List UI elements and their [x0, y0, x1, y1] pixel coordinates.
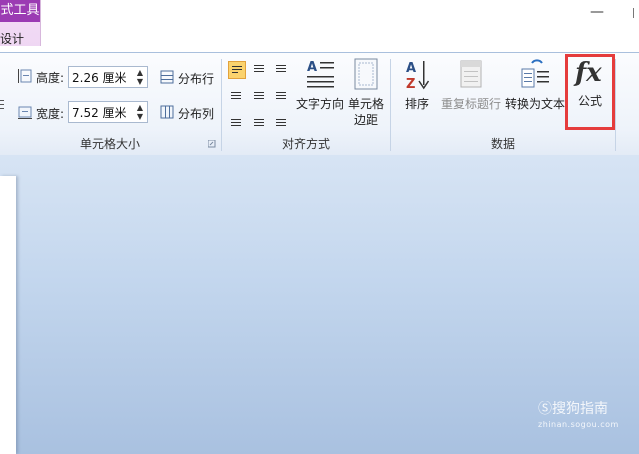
watermark-url: zhinan.sogou.com	[538, 420, 619, 429]
text-direction-label: 文字方向	[295, 97, 344, 111]
height-spinner[interactable]: 2.26 厘米 ▲ ▼	[68, 66, 148, 88]
convert-to-text-icon	[521, 59, 549, 88]
svg-text:A: A	[307, 60, 317, 75]
distribute-rows-button[interactable]: 分布行	[178, 70, 214, 87]
sort-label: 排序	[404, 97, 429, 111]
distribute-rows-icon	[160, 70, 174, 84]
convert-to-text-label: 转换为文本	[505, 97, 566, 111]
sort-icon: A Z	[406, 61, 430, 92]
align-top-left-button[interactable]	[228, 61, 246, 79]
align-top-center-button[interactable]	[251, 61, 269, 79]
repeat-header-label: 重复标题行	[440, 97, 501, 111]
align-bottom-right-button[interactable]	[273, 111, 291, 129]
dialog-launcher-icon[interactable]	[208, 140, 216, 148]
data-group-label: 数据	[490, 137, 515, 151]
table-tools-context-tab[interactable]: 式工具 设计	[0, 0, 41, 46]
width-label: 宽度:	[36, 107, 65, 121]
svg-text:A: A	[406, 61, 416, 76]
tab-design[interactable]: 设计	[0, 30, 40, 47]
align-middle-center-button[interactable]	[251, 86, 269, 104]
alignment-group-label: 对齐方式	[281, 137, 330, 151]
align-bottom-center-button[interactable]	[251, 111, 269, 129]
align-middle-right-button[interactable]	[273, 86, 291, 104]
row-height-icon	[18, 69, 32, 83]
sort-button[interactable]: A Z 排序	[401, 57, 433, 112]
convert-to-text-button[interactable]: 转换为文本	[505, 57, 565, 112]
align-bottom-left-button[interactable]	[228, 111, 246, 129]
width-spinner[interactable]: 7.52 厘米 ▲ ▼	[68, 101, 148, 123]
width-spin-arrows[interactable]: ▲ ▼	[135, 103, 145, 121]
cell-margins-button[interactable]: 单元格 边距	[346, 57, 386, 128]
distribute-columns-icon	[160, 105, 174, 119]
watermark-text: 搜狗指南	[552, 401, 608, 417]
watermark: Ⓢ搜狗指南 zhinan.sogou.com	[538, 398, 619, 429]
text-direction-button[interactable]: A 文字方向	[294, 57, 346, 112]
cell-size-group-label: 单元格大小	[79, 137, 140, 151]
height-label: 高度:	[36, 71, 65, 85]
repeat-header-icon	[460, 60, 482, 88]
group-separator	[615, 59, 616, 151]
window-edge	[633, 8, 639, 18]
height-value[interactable]: 2.26 厘米	[72, 69, 127, 86]
context-tab-header: 式工具	[0, 0, 40, 22]
cell-margins-label-2: 边距	[353, 113, 378, 127]
partial-icon	[0, 100, 4, 109]
title-tab-bar: 式工具 设计 —	[0, 0, 639, 52]
minimize-button[interactable]: —	[590, 4, 604, 20]
text-direction-icon: A	[307, 60, 334, 88]
cell-margins-label-1: 单元格	[347, 97, 384, 111]
repeat-header-rows-button[interactable]: 重复标题行	[438, 57, 504, 112]
align-top-right-button[interactable]	[273, 61, 291, 79]
distribute-columns-button[interactable]: 分布列	[178, 105, 214, 122]
cell-margins-icon	[354, 58, 378, 90]
width-value[interactable]: 7.52 厘米	[72, 104, 127, 121]
ribbon: 高度: 2.26 厘米 ▲ ▼ 宽度: 7.52 厘米 ▲ ▼ 分布行 分布列 单元…	[0, 52, 639, 156]
watermark-logo-icon: Ⓢ	[538, 401, 552, 417]
document-page[interactable]	[0, 176, 16, 454]
column-width-icon	[18, 106, 32, 119]
svg-text:Z: Z	[406, 77, 415, 92]
height-spin-arrows[interactable]: ▲ ▼	[135, 68, 145, 86]
formula-highlight-box	[565, 54, 615, 130]
align-middle-left-button[interactable]	[228, 86, 246, 104]
